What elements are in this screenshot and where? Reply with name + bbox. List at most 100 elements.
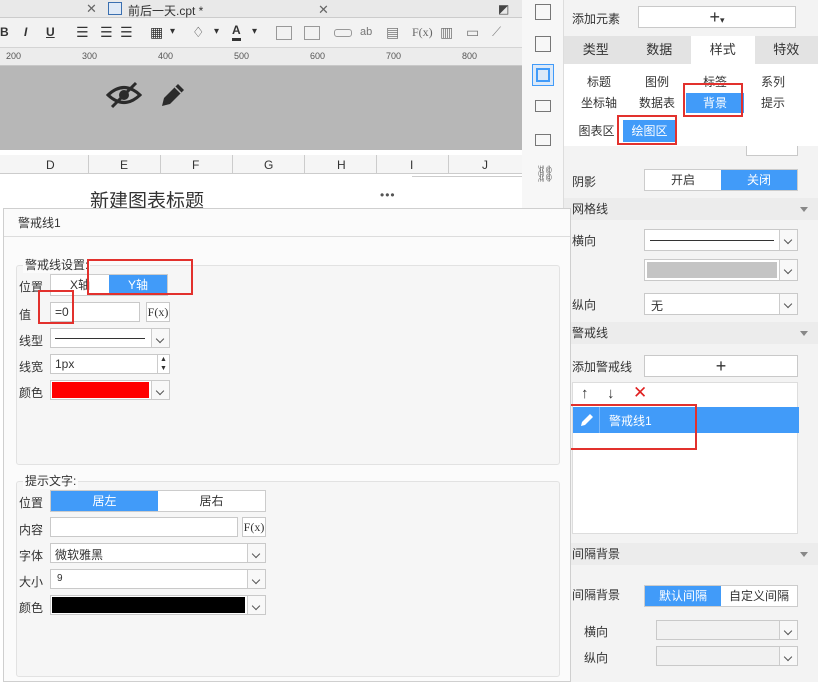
subtab-legend[interactable]: 图例 <box>628 72 686 92</box>
step-down-icon[interactable]: ▼ <box>157 364 169 373</box>
link-icon[interactable] <box>334 29 352 37</box>
column-header[interactable]: F <box>192 158 199 172</box>
border-icon[interactable]: ▦ <box>150 23 163 41</box>
grid-line-type-select[interactable] <box>644 229 798 251</box>
tab-label[interactable]: 前后一天.cpt * <box>128 2 203 19</box>
hide-eye-icon[interactable] <box>106 80 142 110</box>
more-menu-icon[interactable]: ••• <box>380 188 396 202</box>
chevron-down-icon[interactable]: ▾ <box>214 23 219 41</box>
italic-button[interactable]: I <box>24 23 27 41</box>
formula-icon[interactable]: F(x) <box>412 23 433 41</box>
ruler-mark: 400 <box>158 51 174 61</box>
align-center-icon[interactable]: ☰ <box>100 23 113 41</box>
scrolled-select[interactable] <box>746 146 798 156</box>
chart-icon[interactable]: ▥ <box>440 23 453 41</box>
grid-horizontal-label: 横向 <box>572 234 597 248</box>
column-header[interactable]: E <box>120 158 128 172</box>
add-alert-button[interactable]: + <box>644 355 798 377</box>
shadow-on-option[interactable]: 开启 <box>645 170 721 190</box>
hyperlink-icon[interactable]: ⛓ <box>535 164 555 184</box>
line-width-stepper[interactable]: 1px ▲ ▼ <box>50 354 170 374</box>
property-panel: 添加元素 +▾ 类型 数据 样式 特效 标题 图例 标签 系列 坐标轴 数据表 … <box>564 0 818 682</box>
annotation-box <box>87 259 193 295</box>
subtab-datasheet[interactable]: 数据表 <box>628 93 686 113</box>
tab-menu-icon[interactable]: ◩ <box>498 2 509 16</box>
condition-icon[interactable] <box>535 100 551 112</box>
add-element-label: 添加元素 <box>572 12 621 26</box>
step-up-icon[interactable]: ▲ <box>157 355 169 364</box>
column-header[interactable]: H <box>337 158 346 172</box>
align-right-icon[interactable]: ☰ <box>120 23 133 41</box>
widget-icon[interactable] <box>535 36 551 52</box>
grid-vertical-select[interactable]: 无 <box>644 293 798 315</box>
underline-button[interactable]: U <box>46 23 55 41</box>
move-down-icon[interactable]: ↓ <box>607 385 615 402</box>
subtab-axis[interactable]: 坐标轴 <box>570 93 628 113</box>
add-element-button[interactable]: +▾ <box>638 6 796 28</box>
tab-type[interactable]: 类型 <box>564 36 628 64</box>
grid-vertical-label: 纵向 <box>572 298 597 312</box>
interval-section-header[interactable]: 间隔背景 <box>564 543 818 565</box>
hint-left-option[interactable]: 居左 <box>51 491 158 511</box>
tab-style[interactable]: 样式 <box>691 36 755 64</box>
delete-icon[interactable]: ✕ <box>633 383 647 403</box>
column-header[interactable]: G <box>264 158 273 172</box>
fill-color-icon[interactable]: ♢ <box>192 23 205 41</box>
subtab-series[interactable]: 系列 <box>744 72 802 92</box>
text-icon[interactable]: ab <box>360 23 372 41</box>
line-width-label: 线宽 <box>19 360 44 374</box>
interval-vertical-select[interactable] <box>656 646 798 666</box>
grid-section-header[interactable]: 网格线 <box>564 198 818 220</box>
cell-attr-icon[interactable] <box>535 4 551 20</box>
font-label: 字体 <box>19 549 44 563</box>
line-color-select[interactable] <box>50 380 170 400</box>
hint-content-input[interactable] <box>50 517 238 537</box>
tab-effect[interactable]: 特效 <box>754 36 818 64</box>
tab-data[interactable]: 数据 <box>627 36 691 64</box>
image-icon[interactable]: ▭ <box>466 23 479 41</box>
alert-settings-label: 警戒线设置: <box>23 256 91 273</box>
split-cell-icon[interactable] <box>304 26 320 40</box>
bold-button[interactable]: B <box>0 23 9 41</box>
slash-icon[interactable]: ⟋ <box>492 23 501 41</box>
color-swatch <box>52 597 245 613</box>
format-icon[interactable] <box>535 134 551 146</box>
font-select[interactable]: 微软雅黑 <box>50 543 266 563</box>
format-toolbar: B I U ☰ ☰ ☰ ▦ ▾ ♢ ▾ A ▾ ab ▤ F(x) ▥ ▭ ⟋ <box>0 18 522 48</box>
subtab-title[interactable]: 标题 <box>570 72 628 92</box>
interval-horizontal-select[interactable] <box>656 620 798 640</box>
size-select[interactable]: 9 <box>50 569 266 589</box>
hint-position-label: 位置 <box>19 496 44 510</box>
value-formula-button[interactable]: F(x) <box>146 302 170 322</box>
hint-color-select[interactable] <box>50 595 266 615</box>
column-header[interactable]: J <box>482 158 488 172</box>
document-tab-strip: ✕ 前后一天.cpt * ✕ ◩ <box>0 0 522 18</box>
interval-horizontal-label: 横向 <box>584 625 609 639</box>
chart-attr-inner-icon <box>536 68 550 82</box>
content-formula-button[interactable]: F(x) <box>242 517 266 537</box>
ruler-mark: 800 <box>462 51 478 61</box>
close-tab-icon[interactable]: ✕ <box>86 1 97 17</box>
hint-right-option[interactable]: 居右 <box>158 491 265 511</box>
chevron-down-icon[interactable]: ▾ <box>170 23 175 41</box>
close-tab-icon[interactable]: ✕ <box>318 2 329 18</box>
font-color-icon[interactable]: A <box>232 23 241 41</box>
edit-pencil-icon[interactable] <box>158 80 188 110</box>
shadow-off-option[interactable]: 关闭 <box>721 170 797 190</box>
interval-custom-option[interactable]: 自定义间隔 <box>721 586 797 606</box>
move-up-icon[interactable]: ↑ <box>581 385 589 402</box>
interval-default-option[interactable]: 默认间隔 <box>645 586 721 606</box>
align-left-icon[interactable]: ☰ <box>76 23 89 41</box>
ruler-mark: 600 <box>310 51 326 61</box>
subtab-tooltip[interactable]: 提示 <box>744 93 802 113</box>
merge-cell-icon[interactable] <box>276 26 292 40</box>
area-tab-chart[interactable]: 图表区 <box>570 120 623 142</box>
column-header[interactable]: I <box>410 158 413 172</box>
chevron-down-icon[interactable]: ▾ <box>252 23 257 41</box>
column-header[interactable]: D <box>46 158 55 172</box>
annotation-box <box>617 115 677 145</box>
line-type-select[interactable] <box>50 328 170 348</box>
table-icon[interactable]: ▤ <box>386 23 399 41</box>
alert-section-header[interactable]: 警戒线 <box>564 322 818 344</box>
grid-color-select[interactable] <box>644 259 798 281</box>
